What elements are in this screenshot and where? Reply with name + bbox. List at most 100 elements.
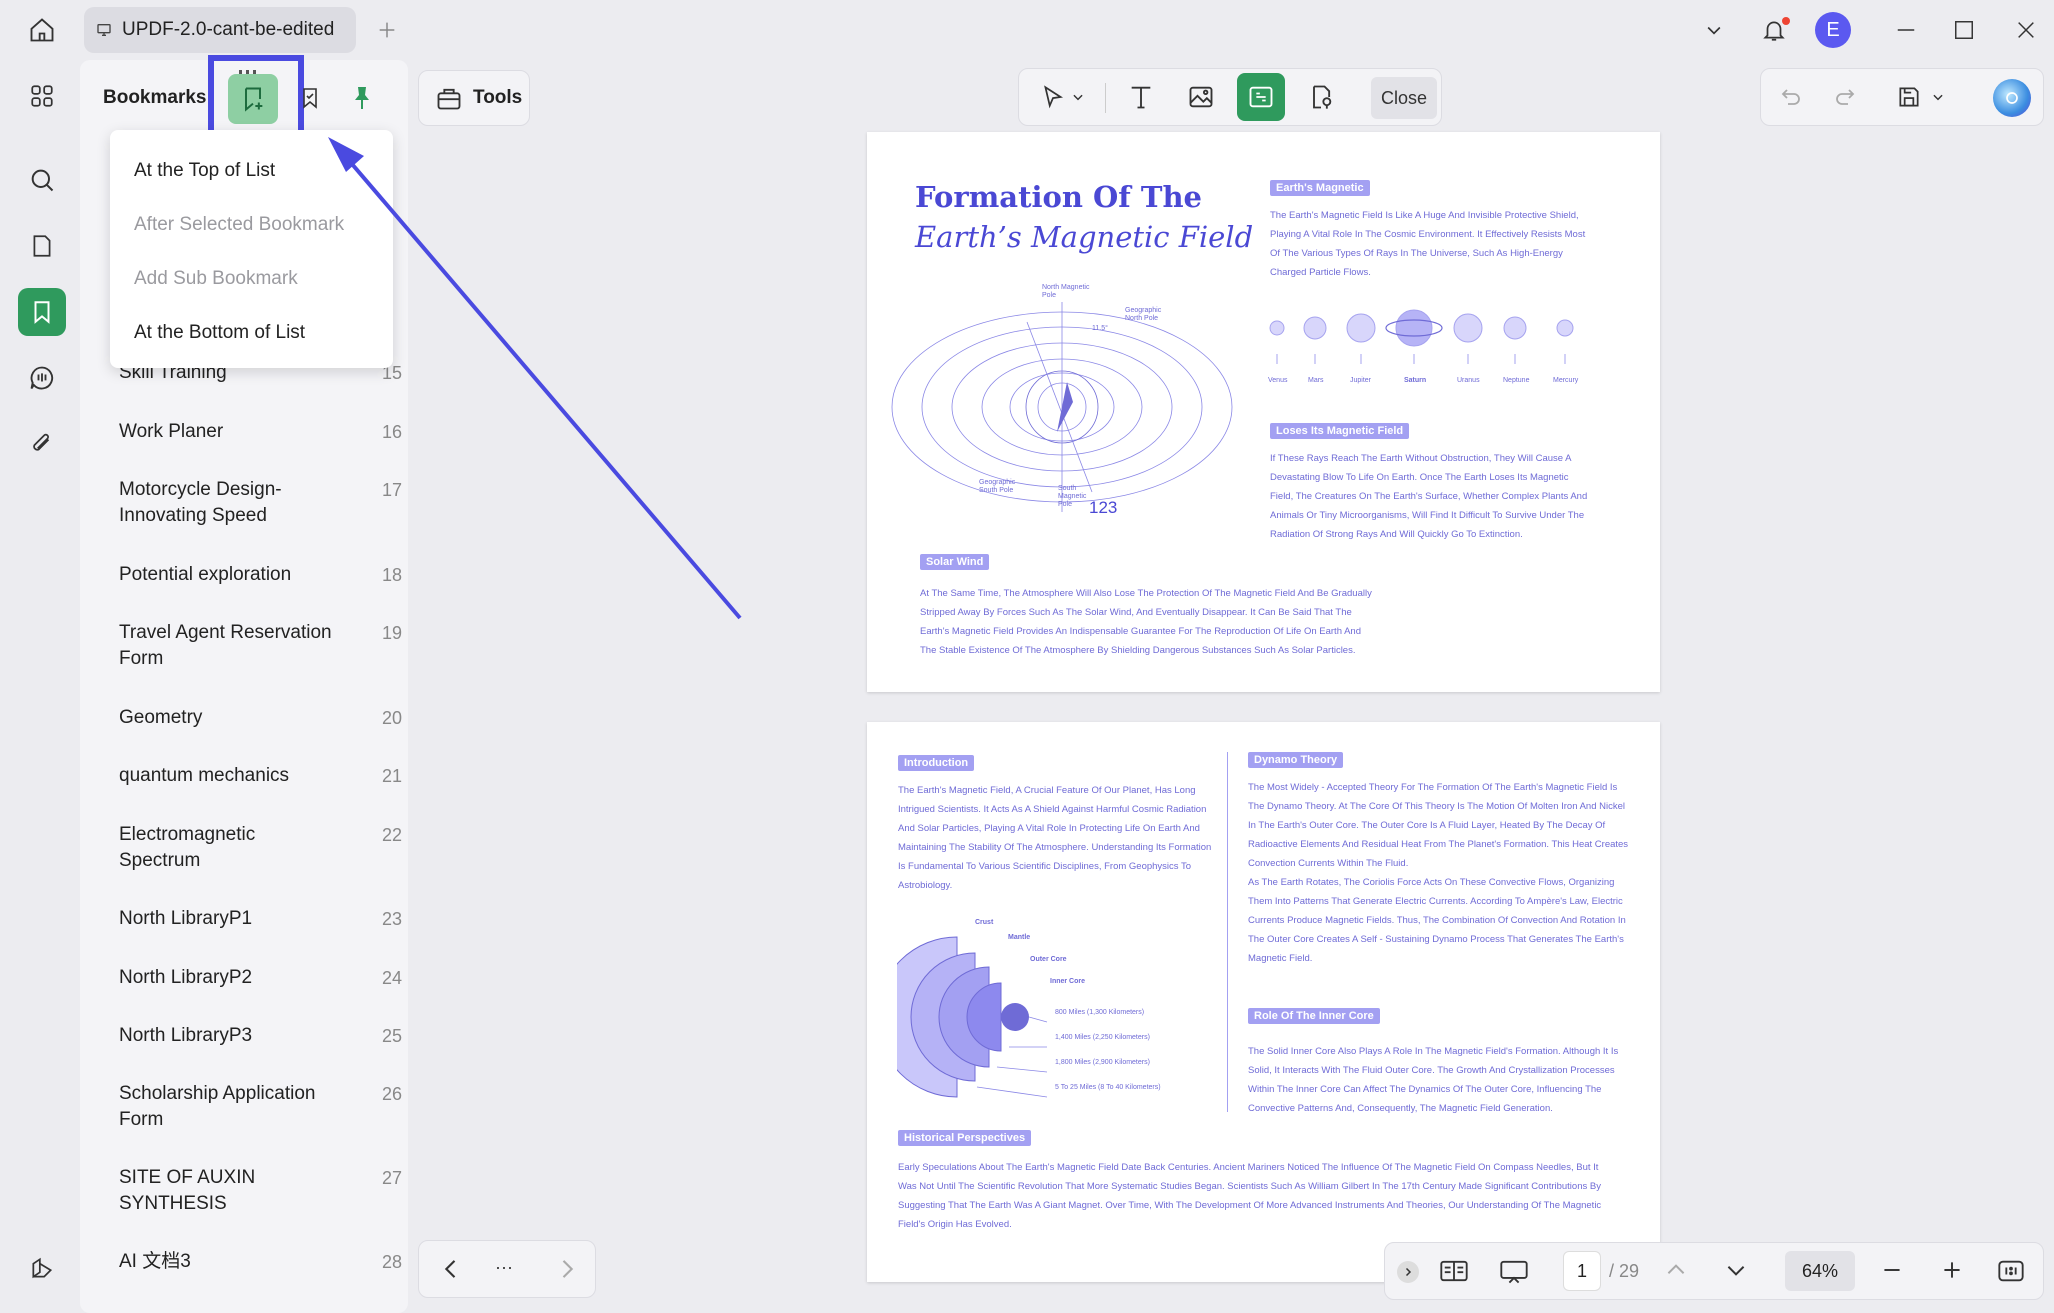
bookmark-label: Electromagnetic Spectrum xyxy=(119,824,256,871)
maximize-icon[interactable] xyxy=(1942,8,1986,52)
angle-label: 11.5° xyxy=(1092,325,1108,332)
total-pages: / 29 xyxy=(1609,1261,1640,1281)
planet-jupiter: Jupiter xyxy=(1350,377,1372,384)
add-image-icon[interactable] xyxy=(1177,73,1225,121)
undo-icon[interactable] xyxy=(1767,73,1815,121)
planet-saturn: Saturn xyxy=(1404,377,1427,384)
bookmark-label: Travel Agent Reservation Form xyxy=(119,622,332,669)
close-edit-button[interactable]: Close xyxy=(1371,77,1437,119)
thumbnails-grid-icon[interactable] xyxy=(18,72,66,120)
previous-icon[interactable] xyxy=(437,1255,465,1283)
list-item[interactable]: North LibraryP3 25 xyxy=(119,1023,409,1049)
column-divider xyxy=(1227,752,1228,1112)
label-historical: Historical Perspectives xyxy=(898,1130,1032,1146)
bookmark-list-button[interactable] xyxy=(290,78,330,118)
pin-button[interactable] xyxy=(342,78,382,118)
planets-diagram xyxy=(1269,309,1574,364)
document-page-1[interactable]: Formation Of The Earth’s Magnetic Field … xyxy=(867,132,1660,692)
menu-item-after-selected[interactable]: After Selected Bookmark xyxy=(134,214,344,236)
add-link-icon[interactable] xyxy=(1237,73,1285,121)
bookmark-page: 28 xyxy=(381,1252,403,1272)
bookmark-label: SITE OF AUXIN SYNTHESIS xyxy=(119,1167,256,1214)
avatar[interactable]: E xyxy=(1815,12,1851,48)
list-item[interactable]: North LibraryP1 23 xyxy=(119,906,409,932)
bookmark-page: 16 xyxy=(381,422,403,442)
new-tab-plus-icon[interactable] xyxy=(365,8,409,52)
bookmark-label: Potential exploration xyxy=(119,564,292,585)
text-role: The Solid Inner Core Also Plays A Role I… xyxy=(1248,1046,1619,1114)
panel-title: Bookmarks xyxy=(103,87,207,108)
tools-label: Tools xyxy=(473,87,523,108)
presentation-icon[interactable] xyxy=(1499,1257,1529,1285)
bookmark-check-icon xyxy=(303,88,317,109)
close-window-icon[interactable] xyxy=(2004,8,2048,52)
list-item[interactable]: Work Planer 16 xyxy=(119,419,409,445)
page-title-line1: Formation Of The xyxy=(915,180,1202,214)
bookmark-label: North LibraryP2 xyxy=(119,967,253,988)
list-item[interactable]: North LibraryP2 24 xyxy=(119,965,409,991)
home-icon[interactable] xyxy=(20,8,64,52)
zoom-out-icon[interactable] xyxy=(1879,1257,1905,1283)
search-icon[interactable] xyxy=(18,156,66,204)
label-solar-wind: Solar Wind xyxy=(920,554,990,570)
list-item[interactable]: Electromagnetic Spectrum 22 xyxy=(119,822,409,874)
page-up-icon[interactable] xyxy=(1663,1257,1689,1283)
planet-mercury: Mercury xyxy=(1553,377,1579,384)
diagram-number: 123 xyxy=(1089,498,1118,517)
list-item[interactable]: Scholarship Application Form 26 xyxy=(119,1081,409,1133)
list-item[interactable]: Geometry 20 xyxy=(119,705,409,731)
document-tab[interactable]: UPDF-2.0-cant-be-edited xyxy=(84,7,356,53)
expand-arrow-icon[interactable] xyxy=(1397,1261,1419,1283)
page-title-line2: Earth’s Magnetic Field xyxy=(915,220,1254,254)
chevron-down-icon[interactable] xyxy=(1692,8,1736,52)
tools-button[interactable]: Tools xyxy=(418,70,530,126)
current-page-input[interactable]: 1 xyxy=(1563,1251,1601,1291)
layer-outer-core: Outer Core xyxy=(1030,956,1067,963)
list-item[interactable]: Potential exploration 18 xyxy=(119,562,409,588)
actual-size-icon[interactable] xyxy=(1997,1257,2025,1285)
document-page-2[interactable]: Introduction The Earth's Magnetic Field,… xyxy=(867,722,1660,1282)
label-introduction: Introduction xyxy=(898,755,975,771)
zoom-in-icon[interactable] xyxy=(1939,1257,1965,1283)
page-icon[interactable] xyxy=(18,222,66,270)
depth-1: 800 Miles (1,300 Kilometers) xyxy=(1055,1009,1145,1016)
bookmark-rail-icon[interactable] xyxy=(18,288,66,336)
menu-item-add-sub-bookmark[interactable]: Add Sub Bookmark xyxy=(134,268,298,290)
bookmark-page: 18 xyxy=(381,565,403,585)
page-layout-icon[interactable] xyxy=(1439,1257,1469,1285)
zoom-level[interactable]: 64% xyxy=(1785,1251,1855,1291)
redo-icon[interactable] xyxy=(1821,73,1869,121)
select-dropdown-icon[interactable] xyxy=(1063,73,1093,121)
attachment-icon[interactable] xyxy=(18,420,66,468)
menu-item-top-of-list[interactable]: At the Top of List xyxy=(134,160,275,182)
next-icon[interactable] xyxy=(553,1255,581,1283)
list-item[interactable]: AI 文档3 28 xyxy=(119,1249,409,1275)
comment-icon[interactable] xyxy=(18,354,66,402)
location-link-icon[interactable] xyxy=(1297,73,1345,121)
layers-icon[interactable] xyxy=(18,1244,66,1292)
toolbox-icon xyxy=(437,88,461,110)
bookmark-label: North LibraryP1 xyxy=(119,908,253,929)
menu-item-bottom-of-list[interactable]: At the Bottom of List xyxy=(134,322,305,344)
text-magnetic: The Earth's Magnetic Field Is Like A Hug… xyxy=(1270,210,1586,278)
bookmark-page: 27 xyxy=(381,1168,403,1188)
list-item[interactable]: SITE OF AUXIN SYNTHESIS 27 xyxy=(119,1165,409,1217)
page-down-icon[interactable] xyxy=(1723,1257,1749,1283)
add-text-icon[interactable] xyxy=(1117,73,1165,121)
minimize-icon[interactable] xyxy=(1884,8,1928,52)
right-toolbar xyxy=(1760,68,2044,126)
label-earths-magnetic: Earth's Magnetic xyxy=(1270,180,1370,196)
planet-venus: Venus xyxy=(1268,377,1288,384)
pin-icon xyxy=(355,87,369,109)
list-item[interactable]: Travel Agent Reservation Form 19 xyxy=(119,620,409,672)
more-options[interactable]: ··· xyxy=(495,1257,513,1278)
list-item[interactable]: Motorcycle Design-Innovating Speed 17 xyxy=(119,477,409,529)
bookmark-page: 20 xyxy=(381,708,403,728)
edit-toolbar: Close xyxy=(1018,68,1442,126)
bookmark-page: 25 xyxy=(381,1026,403,1046)
list-item[interactable]: quantum mechanics 21 xyxy=(119,763,409,789)
ai-assistant-icon[interactable] xyxy=(1993,79,2031,117)
notification-bell-icon[interactable] xyxy=(1752,8,1796,52)
save-dropdown-icon[interactable] xyxy=(1923,73,1953,121)
bookmark-label: Motorcycle Design-Innovating Speed xyxy=(119,479,282,526)
